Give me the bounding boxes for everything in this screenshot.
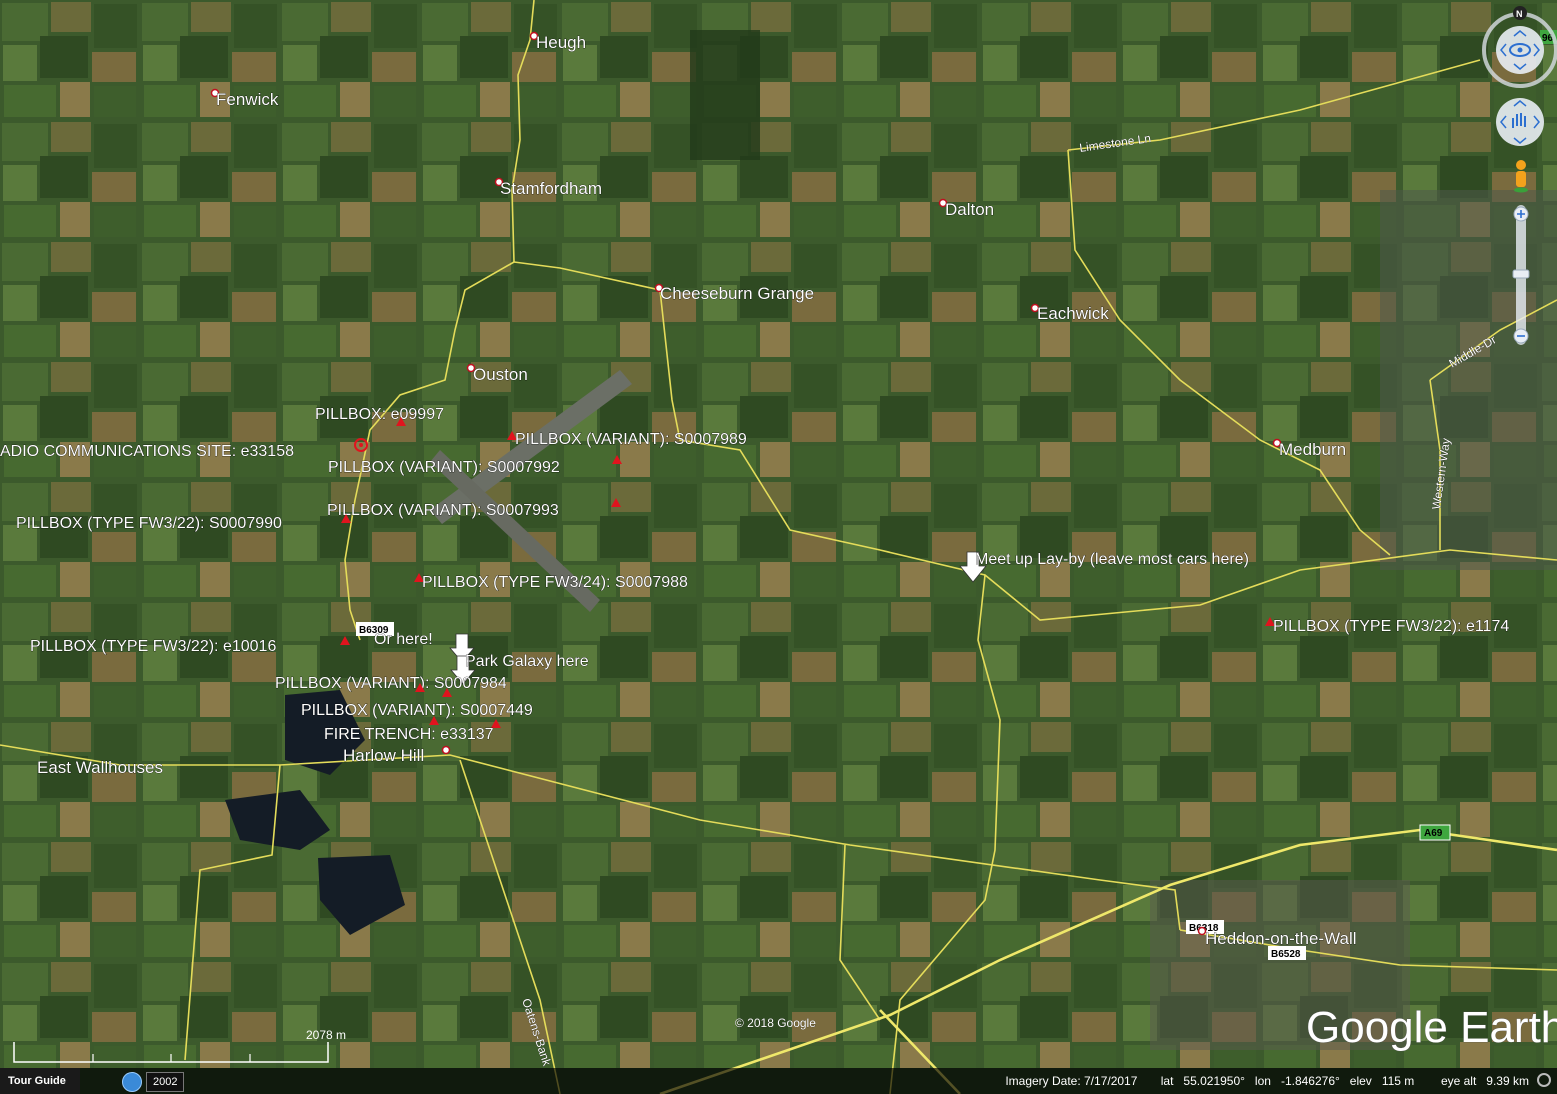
placemark-label: PILLBOX (TYPE FW3/22): S0007990	[16, 515, 282, 532]
google-earth-logo: Google Earth	[1306, 1003, 1557, 1052]
place-heugh[interactable]: Heugh	[529, 31, 587, 53]
tour-guide-button[interactable]: Tour Guide	[0, 1068, 80, 1094]
eye-icon	[1517, 47, 1523, 53]
place-label: Medburn	[1279, 440, 1346, 459]
placemark-label: PILLBOX (TYPE FW3/24): S0007988	[422, 574, 688, 591]
placemark-pillbox-s0007989[interactable]: PILLBOX (VARIANT): S0007989	[507, 431, 747, 448]
placemark-or-here[interactable]: Or here!	[374, 631, 433, 649]
place-dalton[interactable]: Dalton	[938, 198, 995, 220]
place-label: Ouston	[473, 365, 528, 384]
pegman-icon	[1516, 160, 1526, 170]
place-eachwick[interactable]: Eachwick	[1030, 304, 1110, 323]
place-label: Eachwick	[1037, 304, 1109, 323]
zoom-thumb[interactable]	[1512, 269, 1530, 279]
pegman-icon	[1514, 187, 1528, 193]
imagery-info-readout: Imagery Date: 7/17/2017 lat 55.021950° l…	[1005, 1074, 1529, 1088]
svg-text:B6528: B6528	[1271, 949, 1301, 960]
satellite-map[interactable]: Limestone Ln Middle-Dr Western-Way Oaten…	[0, 0, 1557, 1094]
historical-imagery-clock-icon[interactable]	[122, 1072, 142, 1092]
pegman-icon	[1516, 171, 1526, 187]
north-label: N	[1516, 9, 1523, 19]
place-fenwick[interactable]: Fenwick	[210, 88, 279, 110]
placemark-label: Park Galaxy here	[465, 653, 589, 670]
placemark-label: ADIO COMMUNICATIONS SITE: e33158	[0, 443, 294, 460]
placemark-label: Meet up Lay-by (leave most cars here)	[975, 551, 1249, 568]
urban-area	[1380, 190, 1557, 570]
copyright-text: © 2018 Google	[735, 1016, 816, 1030]
road-shield-a69: A69	[1419, 824, 1451, 841]
placemark-pillbox-s0007988[interactable]: PILLBOX (TYPE FW3/24): S0007988	[414, 573, 688, 591]
place-label: East Wallhouses	[37, 758, 163, 777]
placemark-label: PILLBOX (VARIANT): S0007992	[328, 459, 560, 476]
place-label: Heddon-on-the-Wall	[1205, 929, 1357, 948]
placemark-label: PILLBOX (TYPE FW3/22): e1174	[1273, 618, 1509, 635]
placemark-label: PILLBOX: e09997	[315, 406, 444, 423]
placemark-label: PILLBOX (TYPE FW3/22): e10016	[30, 638, 276, 655]
place-ouston[interactable]: Ouston	[466, 363, 528, 385]
svg-text:A69: A69	[1424, 828, 1443, 839]
place-label: Fenwick	[216, 90, 279, 109]
woodland	[690, 30, 760, 160]
place-label: Heugh	[536, 33, 586, 52]
place-dot-icon	[441, 745, 451, 755]
placemark-label: FIRE TRENCH: e33137	[324, 726, 494, 743]
place-east-wallhouses[interactable]: East Wallhouses	[37, 758, 164, 778]
place-label: Cheeseburn Grange	[660, 284, 814, 303]
placemark-label: PILLBOX (VARIANT): S0007984	[275, 675, 507, 692]
streaming-indicator-icon	[1537, 1073, 1551, 1087]
placemark-label: PILLBOX (VARIANT): S0007993	[327, 502, 559, 519]
place-label: Stamfordham	[500, 179, 602, 198]
place-cheeseburn-grange[interactable]: Cheeseburn Grange	[654, 284, 815, 303]
placemark-pillbox-e1174[interactable]: PILLBOX (TYPE FW3/22): e1174	[1265, 617, 1510, 635]
historical-imagery-year[interactable]: 2002	[146, 1072, 185, 1092]
placemark-label: PILLBOX (VARIANT): S0007989	[515, 431, 747, 448]
place-heddon-on-the-wall[interactable]: Heddon-on-the-Wall	[1197, 926, 1357, 949]
pan-control[interactable]	[1496, 98, 1544, 146]
place-medburn[interactable]: Medburn	[1272, 438, 1347, 460]
scale-label: 2078 m	[306, 1028, 346, 1042]
target-marker-icon	[359, 443, 363, 447]
placemark-label: PILLBOX (VARIANT): S0007449	[301, 702, 533, 719]
place-stamfordham[interactable]: Stamfordham	[494, 177, 603, 199]
place-label: Dalton	[945, 200, 994, 219]
road-shield-b6528: B6528	[1268, 946, 1306, 960]
place-label: Harlow Hill	[343, 746, 424, 765]
placemark-label: Or here!	[374, 631, 433, 648]
status-bar: Tour Guide 2002 Imagery Date: 7/17/2017 …	[0, 1068, 1557, 1094]
